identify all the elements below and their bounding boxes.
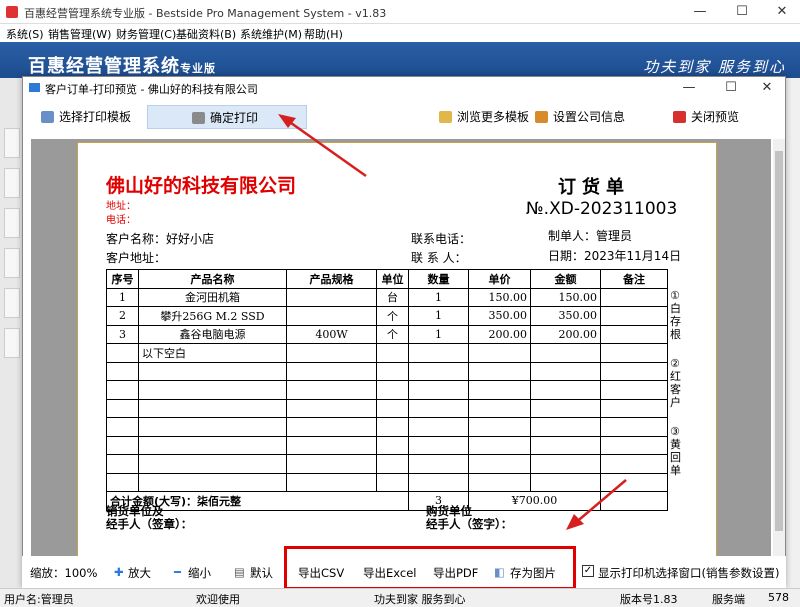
annotation-arrows — [278, 114, 627, 530]
status-slogan: 功夫到家 服务到心 — [374, 593, 466, 606]
status-extra: 578 — [768, 591, 789, 604]
status-version: 版本号1.83 — [620, 593, 678, 606]
status-server: 服务端 — [712, 593, 745, 606]
status-welcome: 欢迎使用 — [196, 593, 240, 606]
status-user: 用户名:管理员 — [4, 593, 74, 606]
status-bar: 用户名:管理员 欢迎使用 功夫到家 服务到心 版本号1.83 服务端 578 — [0, 588, 800, 606]
arrow-to-export-box — [573, 479, 627, 525]
arrow-to-print-button — [283, 116, 367, 178]
